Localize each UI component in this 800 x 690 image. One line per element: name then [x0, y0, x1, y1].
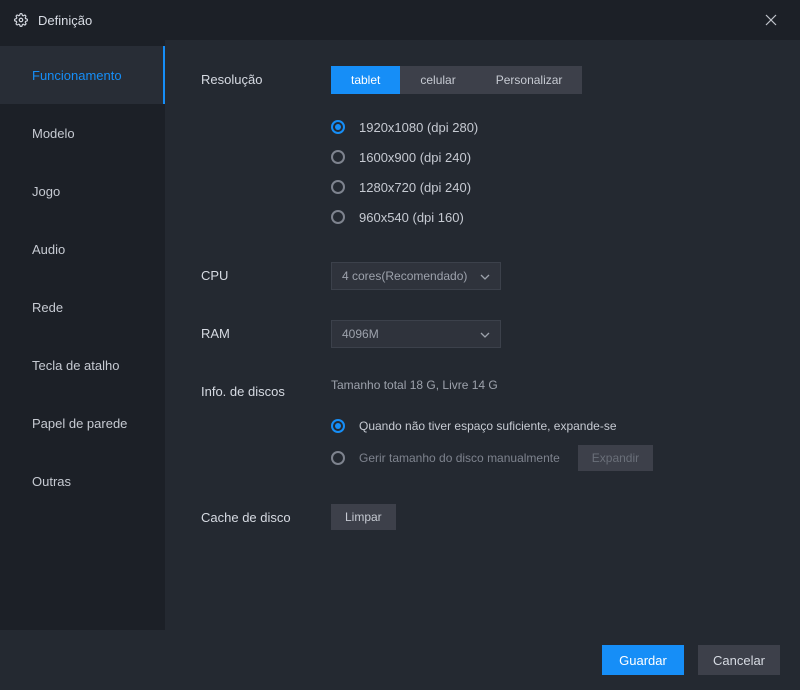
- tab-celular[interactable]: celular: [400, 66, 475, 94]
- disk-option-manual[interactable]: Gerir tamanho do disco manualmente Expan…: [331, 442, 780, 474]
- resolution-label: Resolução: [201, 66, 331, 87]
- close-icon: [765, 14, 777, 26]
- titlebar: Definição: [0, 0, 800, 40]
- sidebar-item-label: Modelo: [32, 126, 75, 141]
- expand-button[interactable]: Expandir: [578, 445, 653, 471]
- cpu-label: CPU: [201, 262, 331, 283]
- ram-dropdown[interactable]: 4096M: [331, 320, 501, 348]
- gear-icon: [14, 13, 28, 27]
- radio-label: 1280x720 (dpi 240): [359, 180, 471, 195]
- sidebar-item-audio[interactable]: Audio: [0, 220, 165, 278]
- radio-label: Gerir tamanho do disco manualmente: [359, 451, 560, 465]
- resolution-options: 1920x1080 (dpi 280) 1600x900 (dpi 240) 1…: [331, 112, 780, 232]
- radio-label: 1600x900 (dpi 240): [359, 150, 471, 165]
- sidebar-item-label: Audio: [32, 242, 65, 257]
- clear-cache-button[interactable]: Limpar: [331, 504, 396, 530]
- sidebar-item-rede[interactable]: Rede: [0, 278, 165, 336]
- disk-label: Info. de discos: [201, 378, 331, 399]
- sidebar-item-outras[interactable]: Outras: [0, 452, 165, 510]
- chevron-down-icon: [480, 327, 490, 341]
- sidebar-item-label: Rede: [32, 300, 63, 315]
- chevron-down-icon: [480, 269, 490, 283]
- dropdown-value: 4096M: [342, 327, 379, 341]
- sidebar-item-label: Tecla de atalho: [32, 358, 119, 373]
- sidebar-item-papel-de-parede[interactable]: Papel de parede: [0, 394, 165, 452]
- sidebar-item-funcionamento[interactable]: Funcionamento: [0, 46, 165, 104]
- cache-label: Cache de disco: [201, 504, 331, 525]
- ram-label: RAM: [201, 320, 331, 341]
- radio-icon: [331, 180, 345, 194]
- sidebar-item-label: Outras: [32, 474, 71, 489]
- disk-summary: Tamanho total 18 G, Livre 14 G: [331, 378, 780, 392]
- sidebar-item-jogo[interactable]: Jogo: [0, 162, 165, 220]
- radio-label: Quando não tiver espaço suficiente, expa…: [359, 419, 617, 433]
- cpu-dropdown[interactable]: 4 cores(Recomendado): [331, 262, 501, 290]
- radio-icon: [331, 451, 345, 465]
- tab-personalizar[interactable]: Personalizar: [476, 66, 583, 94]
- cancel-button[interactable]: Cancelar: [698, 645, 780, 675]
- dropdown-value: 4 cores(Recomendado): [342, 269, 467, 283]
- sidebar-item-label: Funcionamento: [32, 68, 122, 83]
- tab-tablet[interactable]: tablet: [331, 66, 400, 94]
- window-title: Definição: [38, 13, 92, 28]
- sidebar-item-label: Papel de parede: [32, 416, 127, 431]
- radio-label: 960x540 (dpi 160): [359, 210, 464, 225]
- radio-label: 1920x1080 (dpi 280): [359, 120, 478, 135]
- resolution-option-2[interactable]: 1280x720 (dpi 240): [331, 172, 780, 202]
- radio-icon: [331, 120, 345, 134]
- footer: Guardar Cancelar: [0, 630, 800, 690]
- resolution-option-0[interactable]: 1920x1080 (dpi 280): [331, 112, 780, 142]
- sidebar-item-label: Jogo: [32, 184, 60, 199]
- save-button[interactable]: Guardar: [602, 645, 684, 675]
- radio-icon: [331, 150, 345, 164]
- radio-icon: [331, 210, 345, 224]
- content-panel: Resolução tablet celular Personalizar 19…: [165, 40, 800, 630]
- radio-icon: [331, 419, 345, 433]
- resolution-option-3[interactable]: 960x540 (dpi 160): [331, 202, 780, 232]
- disk-option-auto[interactable]: Quando não tiver espaço suficiente, expa…: [331, 410, 780, 442]
- resolution-mode-segment: tablet celular Personalizar: [331, 66, 582, 94]
- sidebar-item-modelo[interactable]: Modelo: [0, 104, 165, 162]
- close-button[interactable]: [756, 5, 786, 35]
- sidebar: Funcionamento Modelo Jogo Audio Rede Tec…: [0, 40, 165, 630]
- sidebar-item-tecla-de-atalho[interactable]: Tecla de atalho: [0, 336, 165, 394]
- resolution-option-1[interactable]: 1600x900 (dpi 240): [331, 142, 780, 172]
